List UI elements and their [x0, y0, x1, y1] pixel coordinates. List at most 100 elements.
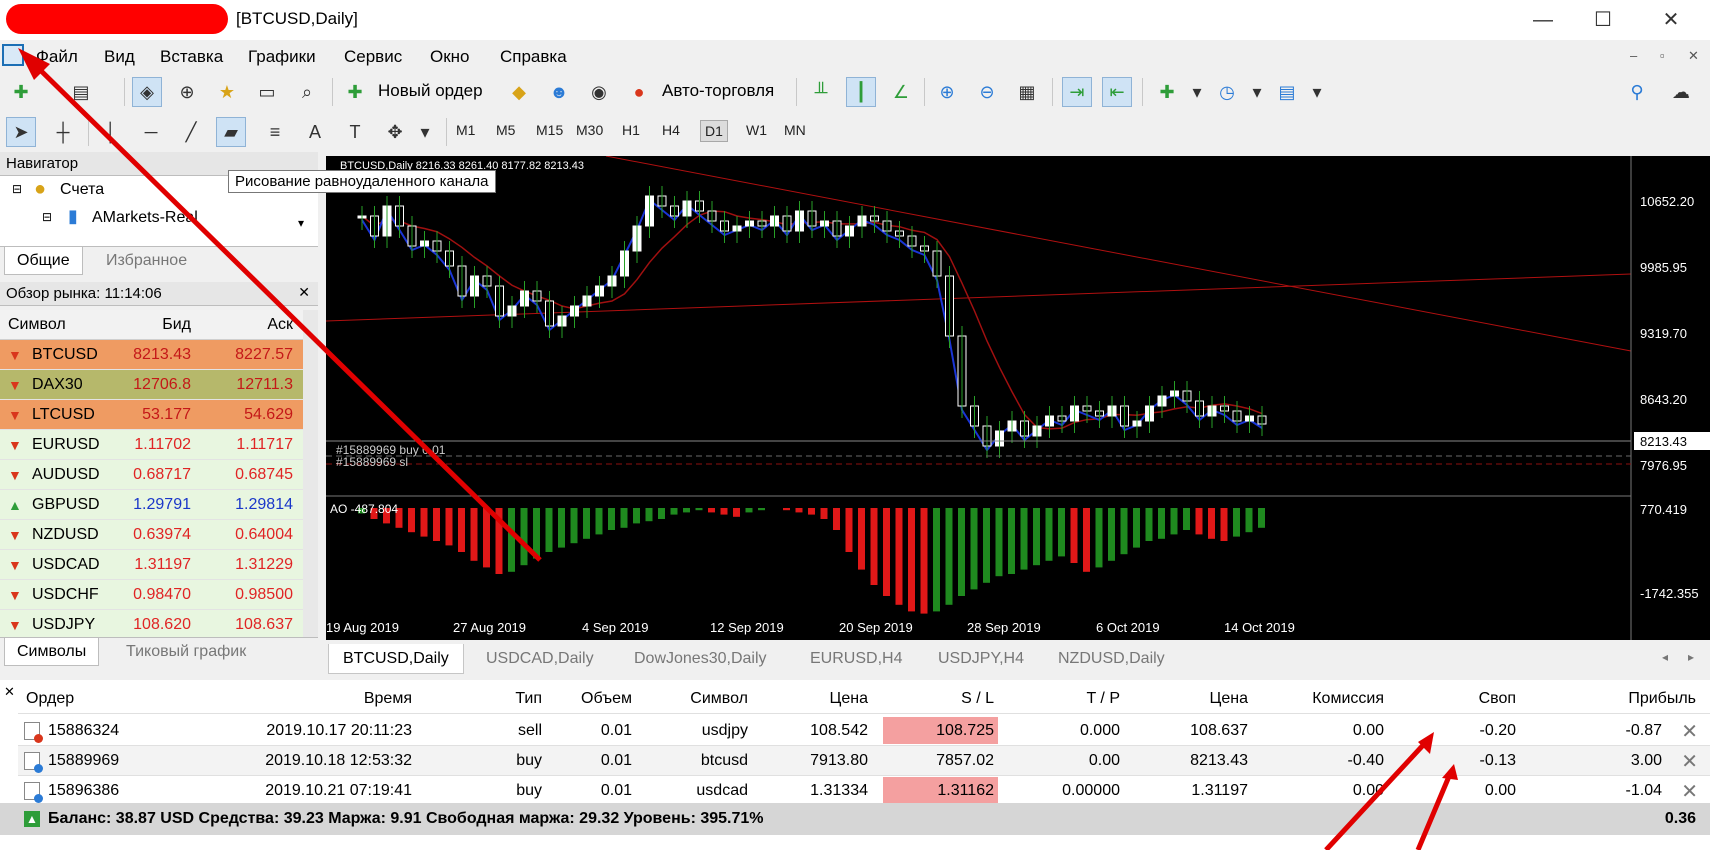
autotrading-button[interactable]: Авто-торговля: [662, 81, 774, 101]
market-watch-row[interactable]: ▼ USDCAD 1.31197 1.31229: [0, 550, 303, 580]
market-watch-row[interactable]: ▼ AUDUSD 0.68717 0.68745: [0, 460, 303, 490]
data-window-icon[interactable]: ⊕: [172, 77, 202, 107]
timeframe-d1[interactable]: D1: [700, 120, 728, 142]
navigator-icon[interactable]: ★: [212, 77, 242, 107]
column-time[interactable]: Время: [364, 690, 412, 708]
terminal-close-icon[interactable]: ✕: [4, 684, 15, 700]
column-symbol[interactable]: Символ: [8, 316, 66, 334]
crosshair-icon[interactable]: ┼: [48, 117, 78, 147]
terminal-icon[interactable]: ▭: [252, 77, 282, 107]
new-order-button[interactable]: Новый ордер: [378, 81, 483, 101]
zoom-in-icon[interactable]: ⊕: [932, 77, 962, 107]
mdi-restore-icon[interactable]: ▫: [1660, 48, 1665, 63]
indicators-dropdown-icon[interactable]: ▾: [1182, 77, 1212, 107]
market-icon[interactable]: ◉: [584, 77, 614, 107]
column-tp[interactable]: T / P: [1087, 690, 1121, 708]
account-collapse-icon[interactable]: ⊟: [42, 210, 52, 224]
timeframe-m15[interactable]: M15: [532, 120, 567, 140]
search-icon[interactable]: ⚲: [1622, 77, 1652, 107]
chart-tab-dowjones30[interactable]: DowJones30,Daily: [620, 644, 781, 674]
timeframe-m5[interactable]: M5: [492, 120, 519, 140]
market-watch-row[interactable]: ▲ GBPUSD 1.29791 1.29814: [0, 490, 303, 520]
column-type[interactable]: Тип: [515, 690, 542, 708]
chart-tab-eurusd[interactable]: EURUSD,H4: [796, 644, 916, 674]
vertical-line-icon[interactable]: │: [96, 117, 126, 147]
signals-icon[interactable]: ☻: [544, 77, 574, 107]
menu-window[interactable]: Окно: [430, 47, 470, 67]
chart-tab-nzdusd[interactable]: NZDUSD,Daily: [1044, 644, 1179, 674]
cursor-icon[interactable]: ➤: [6, 117, 36, 147]
market-watch-icon[interactable]: ◈: [132, 77, 162, 107]
column-bid[interactable]: Бид: [162, 316, 191, 334]
new-chart-icon[interactable]: ✚: [6, 77, 36, 107]
tab-general[interactable]: Общие: [4, 247, 83, 275]
line-chart-icon[interactable]: ∠: [886, 77, 916, 107]
close-order-icon[interactable]: ✕: [1681, 779, 1698, 804]
close-order-icon[interactable]: ✕: [1681, 719, 1698, 744]
market-watch-scrollbar[interactable]: [303, 310, 318, 640]
templates-dropdown-icon[interactable]: ▾: [1302, 77, 1332, 107]
profiles-icon[interactable]: ▤: [66, 77, 96, 107]
market-watch-row[interactable]: ▼ BTCUSD 8213.43 8227.57: [0, 340, 303, 370]
candlestick-icon[interactable]: ┃: [846, 77, 876, 107]
column-swap[interactable]: Своп: [1479, 690, 1516, 708]
menu-help[interactable]: Справка: [500, 47, 567, 67]
tester-icon[interactable]: ⌕: [292, 77, 322, 107]
zoom-out-icon[interactable]: ⊖: [972, 77, 1002, 107]
horizontal-line-icon[interactable]: ─: [136, 117, 166, 147]
market-watch-row[interactable]: ▼ LTCUSD 53.177 54.629: [0, 400, 303, 430]
mdi-close-icon[interactable]: ✕: [1688, 48, 1699, 64]
new-order-icon[interactable]: ✚: [340, 77, 370, 107]
autotrading-icon[interactable]: ●: [624, 77, 654, 107]
metaeditor-icon[interactable]: ◆: [504, 77, 534, 107]
market-watch-row[interactable]: ▼ USDCHF 0.98470 0.98500: [0, 580, 303, 610]
account-name[interactable]: AMarkets-Real: [92, 209, 198, 227]
column-current-price[interactable]: Цена: [1210, 690, 1248, 708]
close-order-icon[interactable]: ✕: [1681, 749, 1698, 774]
timeframe-h1[interactable]: H1: [618, 120, 644, 140]
arrows-dropdown-icon[interactable]: ▾: [410, 117, 440, 147]
order-row[interactable]: 15889969 2019.10.18 12:53:32 buy 0.01 btcusd…: [18, 746, 1710, 776]
column-symbol[interactable]: Символ: [690, 690, 748, 708]
timeframe-mn[interactable]: MN: [780, 120, 810, 140]
market-watch-row[interactable]: ▼ NZDUSD 0.63974 0.64004: [0, 520, 303, 550]
chart-canvas[interactable]: BTCUSD,Daily 8216.33 8261.40 8177.82 821…: [325, 155, 1710, 640]
menu-tools[interactable]: Сервис: [344, 47, 402, 67]
maximize-button[interactable]: ☐: [1580, 6, 1626, 34]
text-icon[interactable]: A: [300, 117, 330, 147]
order-row[interactable]: 15896386 2019.10.21 07:19:41 buy 0.01 usdcad…: [18, 776, 1710, 806]
tab-tick-chart[interactable]: Тиковый график: [114, 638, 258, 666]
text-label-icon[interactable]: T: [340, 117, 370, 147]
periods-icon[interactable]: ◷: [1212, 77, 1242, 107]
timeframe-m30[interactable]: M30: [572, 120, 607, 140]
menu-insert[interactable]: Вставка: [160, 47, 223, 67]
column-order[interactable]: Ордер: [26, 690, 74, 708]
arrows-icon[interactable]: ✥: [380, 117, 410, 147]
mdi-minimize-icon[interactable]: ‒: [1630, 48, 1637, 63]
close-button[interactable]: ✕: [1648, 6, 1694, 34]
column-price[interactable]: Цена: [830, 690, 868, 708]
market-watch-close-icon[interactable]: ✕: [298, 284, 310, 301]
market-watch-row[interactable]: ▼ USDJPY 108.620 108.637: [0, 610, 303, 640]
column-ask[interactable]: Аск: [267, 316, 293, 334]
tile-windows-icon[interactable]: ▦: [1012, 77, 1042, 107]
tab-favorites[interactable]: Избранное: [94, 247, 199, 275]
timeframe-w1[interactable]: W1: [742, 120, 771, 140]
trendline-icon[interactable]: ╱: [176, 117, 206, 147]
menu-file[interactable]: Файл: [36, 47, 78, 67]
templates-icon[interactable]: ▤: [1272, 77, 1302, 107]
column-profit[interactable]: Прибыль: [1628, 690, 1696, 708]
chart-tab-usdjpy[interactable]: USDJPY,H4: [924, 644, 1038, 674]
market-watch-row[interactable]: ▼ DAX30 12706.8 12711.3: [0, 370, 303, 400]
chart-tab-btcusd[interactable]: BTCUSD,Daily: [328, 644, 464, 674]
accounts-label[interactable]: Счета: [60, 181, 104, 199]
menu-charts[interactable]: Графики: [248, 47, 316, 67]
column-commission[interactable]: Комиссия: [1312, 690, 1384, 708]
tab-symbols[interactable]: Символы: [4, 638, 100, 666]
tree-collapse-icon[interactable]: ⊟: [12, 182, 22, 196]
chat-icon[interactable]: ☁: [1666, 77, 1696, 107]
periods-dropdown-icon[interactable]: ▾: [1242, 77, 1272, 107]
equidistant-channel-icon[interactable]: ▰: [216, 117, 246, 147]
navigator-scroll-down-icon[interactable]: ▾: [298, 216, 304, 230]
bar-chart-icon[interactable]: ╨: [806, 77, 836, 107]
